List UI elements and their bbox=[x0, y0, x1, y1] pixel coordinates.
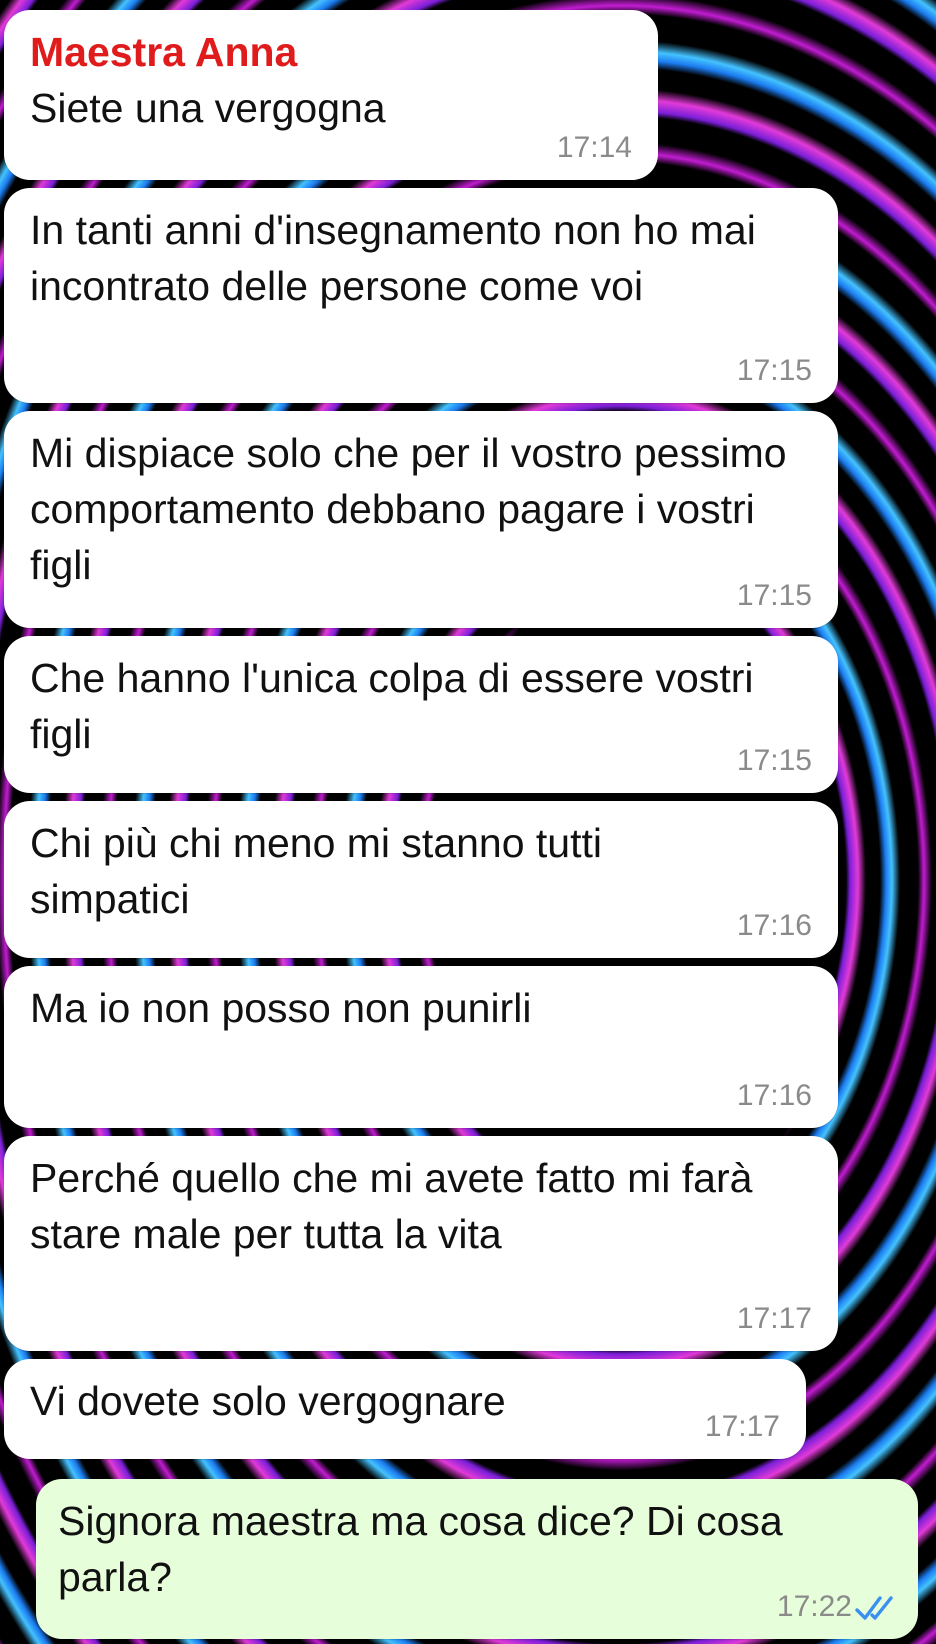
message-bubble-outgoing[interactable]: Signora maestra ma cosa dice? Di cosa pa… bbox=[36, 1479, 918, 1639]
message-text: Vi dovete solo vergognare bbox=[30, 1378, 506, 1424]
message-text: Mi dispiace solo che per il vostro pessi… bbox=[30, 430, 787, 588]
message-text: Siete una vergogna bbox=[30, 85, 386, 131]
double-check-read-icon bbox=[855, 1596, 893, 1620]
message-bubble[interactable]: Perché quello che mi avete fatto mi farà… bbox=[4, 1136, 838, 1351]
message-bubble[interactable]: In tanti anni d'insegnamento non ho mai … bbox=[4, 188, 838, 403]
message-timestamp: 17:14 bbox=[556, 131, 632, 164]
message-timestamp: 17:17 bbox=[704, 1410, 780, 1443]
message-bubble[interactable]: Che hanno l'unica colpa di essere vostri… bbox=[4, 636, 838, 793]
message-text: Signora maestra ma cosa dice? Di cosa pa… bbox=[58, 1498, 783, 1600]
message-bubble[interactable]: Mi dispiace solo che per il vostro pessi… bbox=[4, 411, 838, 628]
message-bubble[interactable]: Maestra Anna Siete una vergogna 17:14 bbox=[4, 10, 658, 180]
sender-name: Maestra Anna bbox=[30, 29, 298, 75]
message-text: Perché quello che mi avete fatto mi farà… bbox=[30, 1155, 753, 1257]
message-timestamp: 17:15 bbox=[736, 579, 812, 612]
message-timestamp: 17:22 bbox=[776, 1590, 852, 1623]
message-timestamp: 17:17 bbox=[736, 1302, 812, 1335]
message-text: In tanti anni d'insegnamento non ho mai … bbox=[30, 207, 756, 309]
message-text: Che hanno l'unica colpa di essere vostri… bbox=[30, 655, 754, 757]
message-text: Chi più chi meno mi stanno tutti simpati… bbox=[30, 820, 602, 922]
message-timestamp: 17:16 bbox=[736, 1079, 812, 1112]
message-bubble[interactable]: Vi dovete solo vergognare 17:17 bbox=[4, 1359, 806, 1459]
message-timestamp: 17:15 bbox=[736, 744, 812, 777]
message-bubble[interactable]: Chi più chi meno mi stanno tutti simpati… bbox=[4, 801, 838, 958]
message-text: Ma io non posso non punirli bbox=[30, 985, 532, 1031]
message-timestamp: 17:16 bbox=[736, 909, 812, 942]
message-timestamp: 17:15 bbox=[736, 354, 812, 387]
message-bubble[interactable]: Ma io non posso non punirli 17:16 bbox=[4, 966, 838, 1128]
